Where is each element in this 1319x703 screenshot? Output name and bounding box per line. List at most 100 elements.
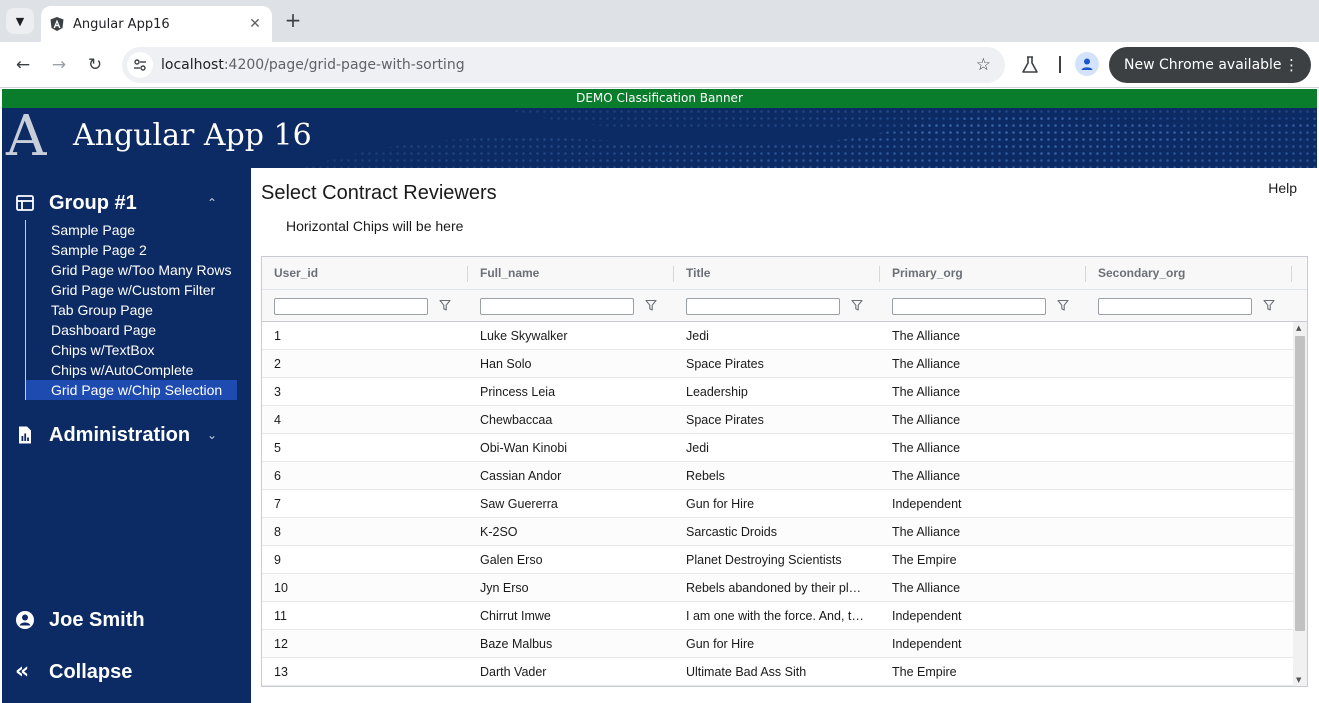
user-name: Joe Smith: [49, 608, 145, 631]
chevron-up-icon[interactable]: ⌃: [207, 196, 217, 210]
cell-user-id: 12: [274, 637, 288, 651]
cell-secondary-org: [1086, 490, 1280, 518]
sidebar-item-grid-too-many-rows[interactable]: Grid Page w/Too Many Rows: [26, 260, 237, 280]
sidebar-item-sample-page-2[interactable]: Sample Page 2: [26, 240, 237, 260]
browser-tab[interactable]: Angular App16 ✕: [41, 6, 272, 42]
filter-input-secondary-org[interactable]: [1098, 298, 1252, 315]
cell-full-name: Han Solo: [480, 357, 532, 371]
cell-secondary-org: [1086, 630, 1280, 658]
column-separator[interactable]: [1291, 266, 1292, 282]
filter-icon[interactable]: [439, 299, 451, 312]
scroll-up-icon[interactable]: ▲: [1296, 324, 1301, 332]
cell-user-id: 8: [274, 525, 281, 539]
sidebar-item-tab-group-page[interactable]: Tab Group Page: [26, 300, 237, 320]
cell-primary-org: The Alliance: [892, 469, 961, 483]
cell-title: Planet Destroying Scientists: [686, 553, 842, 567]
grid-header-row: User_id Full_name Title Primary_org Seco…: [262, 257, 1307, 290]
site-info-button[interactable]: [127, 52, 153, 78]
more-vert-icon[interactable]: ⋮: [1284, 56, 1299, 74]
cell-secondary-org: [1086, 406, 1280, 434]
cell-user-id: 1: [274, 329, 281, 343]
column-header-title[interactable]: Title: [674, 257, 880, 290]
cell-full-name: Galen Erso: [480, 553, 543, 567]
browser-tabstrip: ▼ Angular App16 ✕ +: [0, 0, 1319, 42]
sidebar-item-dashboard-page[interactable]: Dashboard Page: [26, 320, 237, 340]
collapse-sidebar-button[interactable]: « Collapse: [2, 657, 251, 687]
table-row[interactable]: 13 Darth Vader Ultimate Bad Ass Sith The Em…: [262, 658, 1293, 686]
scrollbar-thumb[interactable]: [1295, 336, 1305, 631]
filter-input-user-id[interactable]: [274, 298, 428, 315]
user-profile-item[interactable]: Joe Smith: [2, 605, 251, 635]
help-link[interactable]: Help: [1268, 180, 1297, 196]
filter-input-full-name[interactable]: [480, 298, 634, 315]
address-bar[interactable]: localhost:4200/page/grid-page-with-sorti…: [122, 47, 1005, 83]
table-row[interactable]: 8 K-2SO Sarcastic Droids The Alliance: [262, 518, 1293, 546]
cell-full-name: Jyn Erso: [480, 581, 529, 595]
tab-search-button[interactable]: ▼: [6, 8, 34, 34]
table-row[interactable]: 7 Saw Guererra Gun for Hire Independent: [262, 490, 1293, 518]
cell-secondary-org: [1086, 434, 1280, 462]
table-row[interactable]: 9 Galen Erso Planet Destroying Scientists T…: [262, 546, 1293, 574]
column-header-user-id[interactable]: User_id: [262, 257, 468, 290]
sidebar-item-sample-page[interactable]: Sample Page: [26, 220, 237, 240]
filter-input-primary-org[interactable]: [892, 298, 1046, 315]
cell-full-name: Luke Skywalker: [480, 329, 568, 343]
chrome-update-button[interactable]: New Chrome available ⋮: [1109, 47, 1311, 83]
table-row[interactable]: 11 Chirrut Imwe I am one with the force. A…: [262, 602, 1293, 630]
cell-user-id: 10: [274, 581, 288, 595]
close-tab-icon[interactable]: ✕: [246, 16, 264, 32]
grid-vertical-scrollbar[interactable]: ▲ ▼: [1293, 322, 1307, 686]
bookmark-star-icon[interactable]: ☆: [976, 55, 991, 75]
table-row[interactable]: 1 Luke Skywalker Jedi The Alliance: [262, 322, 1293, 350]
sidebar-item-grid-custom-filter[interactable]: Grid Page w/Custom Filter: [26, 280, 237, 300]
filter-icon[interactable]: [1263, 299, 1275, 312]
sidebar-item-grid-chip-selection[interactable]: Grid Page w/Chip Selection: [26, 380, 237, 400]
filter-icon[interactable]: [851, 299, 863, 312]
sidebar-group-1[interactable]: Group #1 ⌃: [2, 187, 251, 219]
labs-flask-icon[interactable]: [1020, 54, 1040, 76]
sidebar-item-chips-textbox[interactable]: Chips w/TextBox: [26, 340, 237, 360]
filter-icon[interactable]: [645, 299, 657, 312]
cell-title: Leadership: [686, 385, 748, 399]
forward-button[interactable]: →: [45, 51, 73, 79]
cell-primary-org: The Empire: [892, 553, 957, 567]
chevron-down-icon[interactable]: ⌄: [207, 428, 217, 442]
cell-secondary-org: [1086, 462, 1280, 490]
column-header-secondary-org[interactable]: Secondary_org: [1086, 257, 1292, 290]
sidebar-item-chips-autocomplete[interactable]: Chips w/AutoComplete: [26, 360, 237, 380]
table-row[interactable]: 10 Jyn Erso Rebels abandoned by their pla……: [262, 574, 1293, 602]
reload-button[interactable]: ↻: [81, 51, 109, 79]
table-row[interactable]: 12 Baze Malbus Gun for Hire Independent: [262, 630, 1293, 658]
cell-full-name: Saw Guererra: [480, 497, 558, 511]
profile-avatar[interactable]: [1075, 52, 1099, 76]
cell-secondary-org: [1086, 322, 1280, 350]
cell-title: Jedi: [686, 329, 709, 343]
cell-title: Sarcastic Droids: [686, 525, 777, 539]
table-row[interactable]: 3 Princess Leia Leadership The Alliance: [262, 378, 1293, 406]
new-tab-button[interactable]: +: [282, 10, 304, 32]
grid-body: 1 Luke Skywalker Jedi The Alliance 2 Han Solo…: [262, 322, 1293, 686]
column-header-primary-org[interactable]: Primary_org: [880, 257, 1086, 290]
table-row[interactable]: 6 Cassian Andor Rebels The Alliance: [262, 462, 1293, 490]
cell-user-id: 2: [274, 357, 281, 371]
column-header-full-name[interactable]: Full_name: [468, 257, 674, 290]
app-header: A Angular App 16: [2, 108, 1317, 168]
cell-title: Space Pirates: [686, 413, 764, 427]
table-row[interactable]: 4 Chewbaccaa Space Pirates The Alliance: [262, 406, 1293, 434]
angular-favicon-icon: [50, 17, 64, 31]
table-row[interactable]: 2 Han Solo Space Pirates The Alliance: [262, 350, 1293, 378]
scroll-down-icon[interactable]: ▼: [1296, 676, 1301, 684]
filter-input-title[interactable]: [686, 298, 840, 315]
cell-title: Gun for Hire: [686, 637, 755, 651]
cell-secondary-org: [1086, 378, 1280, 406]
filter-icon[interactable]: [1057, 299, 1069, 312]
cell-primary-org: The Alliance: [892, 385, 961, 399]
sidebar-group-administration[interactable]: Administration ⌄: [2, 419, 251, 451]
cell-title: I am one with the force. And, t…: [686, 609, 864, 623]
back-button[interactable]: ←: [9, 51, 37, 79]
arrow-left-icon: ←: [15, 55, 31, 75]
table-row[interactable]: 5 Obi-Wan Kinobi Jedi The Alliance: [262, 434, 1293, 462]
cell-title: Rebels abandoned by their pla…: [686, 581, 868, 595]
cell-primary-org: The Alliance: [892, 581, 961, 595]
url-host: localhost: [161, 57, 224, 73]
